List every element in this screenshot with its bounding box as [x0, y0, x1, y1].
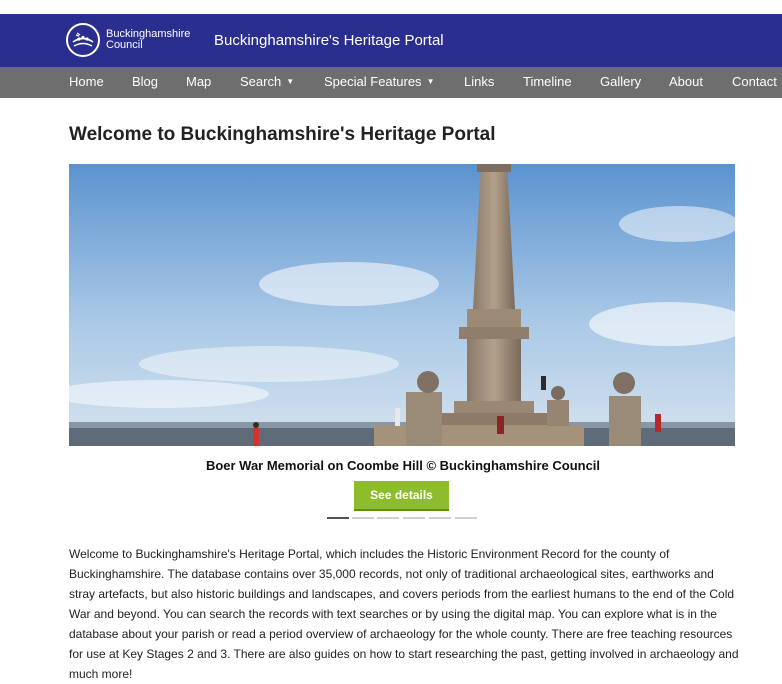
page-title: Welcome to Buckinghamshire's Heritage Po… — [69, 124, 496, 145]
nav-home-label: Home — [69, 74, 104, 89]
nav-gallery-label: Gallery — [600, 74, 642, 89]
main-nav: Home Blog Map Search ▼ Special Features ▼ … — [0, 67, 782, 98]
nav-contact[interactable]: Contact — [732, 74, 777, 89]
site-header: Buckinghamshire Council Buckinghamshire'… — [0, 14, 782, 67]
nav-home[interactable]: Home — [69, 74, 104, 89]
nav-map-label: Map — [186, 74, 212, 89]
intro-paragraph: Welcome to Buckinghamshire's Heritage Po… — [69, 547, 739, 681]
nav-special-features[interactable]: Special Features ▼ — [324, 74, 434, 89]
nav-gallery[interactable]: Gallery — [600, 74, 641, 89]
nav-contact-label: Contact — [732, 74, 777, 89]
carousel-indicator-1[interactable] — [327, 517, 349, 519]
portal-title[interactable]: Buckinghamshire's Heritage Portal — [214, 32, 444, 49]
nav-search-label: Search — [240, 74, 282, 89]
carousel-indicator-4[interactable] — [403, 517, 425, 519]
carousel-caption: Boer War Memorial on Coombe Hill © Bucki… — [205, 458, 601, 473]
carousel-indicator-2[interactable] — [352, 517, 374, 519]
nav-timeline[interactable]: Timeline — [523, 74, 572, 89]
nav-special-features-label: Special Features — [324, 74, 422, 89]
nav-links[interactable]: Links — [464, 74, 494, 89]
council-logo[interactable]: Buckinghamshire Council — [66, 23, 190, 57]
nav-search[interactable]: Search ▼ — [240, 74, 294, 89]
nav-blog-label: Blog — [132, 74, 159, 89]
see-details-button[interactable]: See details — [354, 481, 449, 511]
carousel-indicator-5[interactable] — [429, 517, 451, 519]
chevron-down-icon: ▼ — [426, 77, 435, 86]
carousel-indicator-3[interactable] — [377, 517, 399, 519]
nav-blog[interactable]: Blog — [132, 74, 158, 89]
nav-timeline-label: Timeline — [523, 74, 572, 89]
swan-logo-icon — [66, 23, 100, 57]
chevron-down-icon: ▼ — [286, 77, 295, 86]
nav-map[interactable]: Map — [186, 74, 211, 89]
carousel-indicator-6[interactable] — [455, 517, 477, 519]
nav-links-label: Links — [464, 74, 495, 89]
logo-line-2: Council — [106, 39, 143, 51]
nav-about-label: About — [669, 74, 703, 89]
logo-text: Buckinghamshire Council — [106, 29, 190, 51]
carousel-slide-image[interactable] — [69, 164, 735, 446]
nav-about[interactable]: About — [669, 74, 703, 89]
